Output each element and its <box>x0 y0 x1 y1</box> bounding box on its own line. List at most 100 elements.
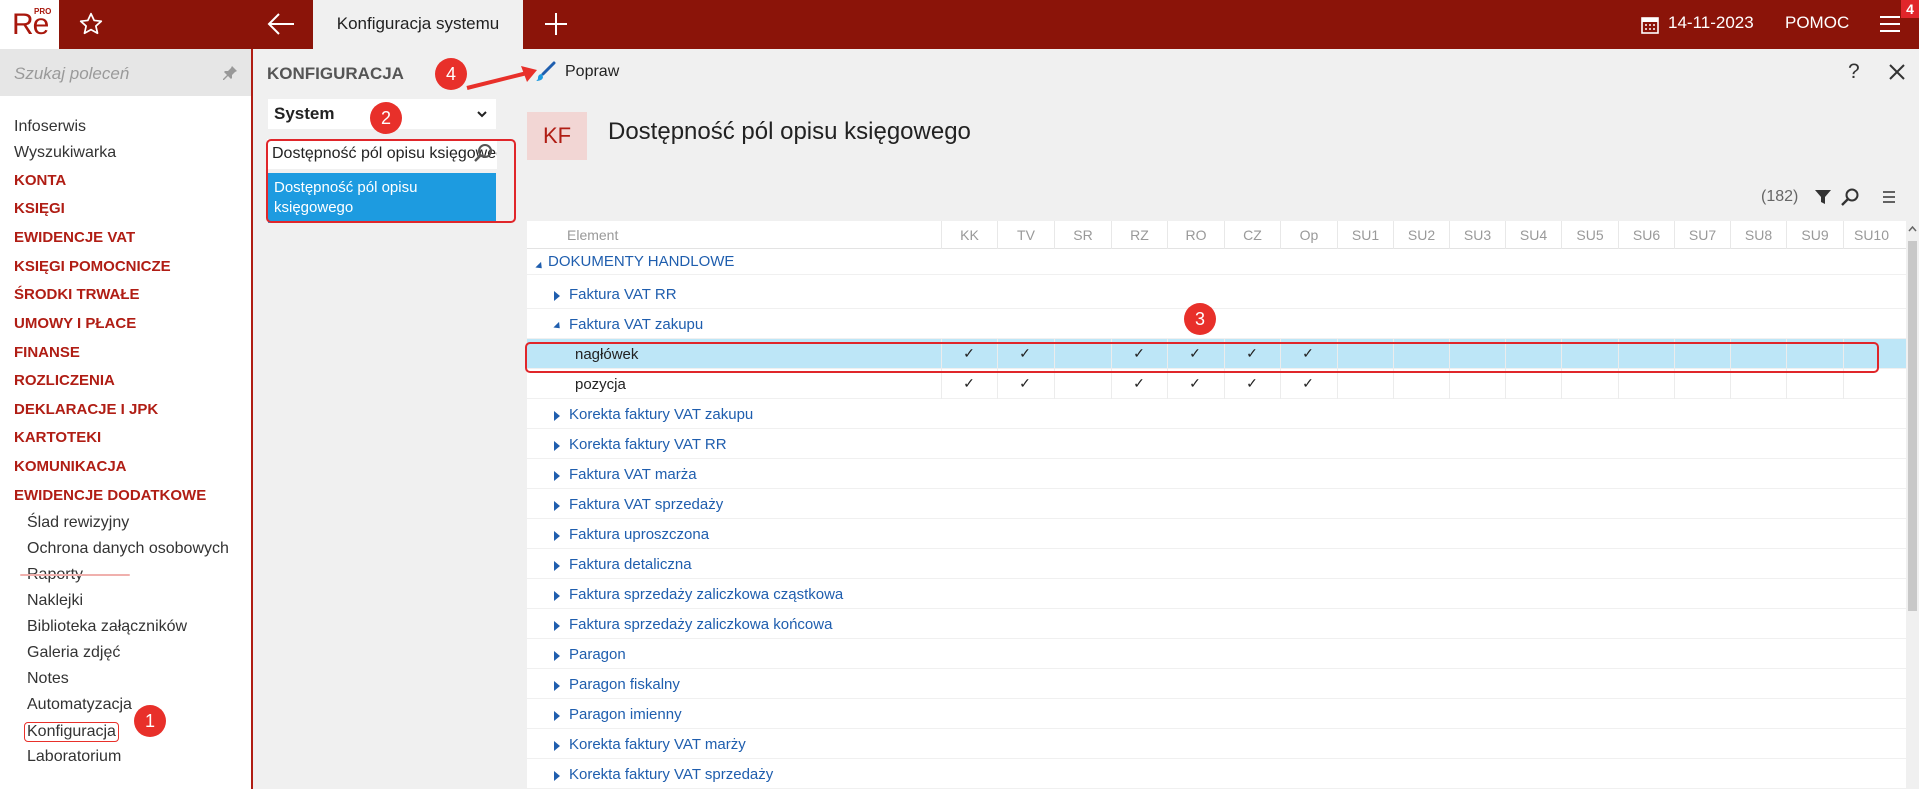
sidebar-item[interactable]: Wyszukiwarka <box>14 144 116 162</box>
table-row[interactable]: Faktura VAT sprzedaży <box>527 489 1909 519</box>
table-row[interactable]: Paragon imienny <box>527 699 1909 729</box>
checkmark-icon[interactable]: ✓ <box>941 375 997 392</box>
table-row[interactable]: Korekta faktury VAT marży <box>527 729 1909 759</box>
column-header[interactable]: SU7 <box>1674 221 1730 249</box>
expanded-triangle-icon[interactable] <box>553 321 563 332</box>
sidebar-item[interactable]: ŚRODKI TRWAŁE <box>14 286 140 303</box>
table-row[interactable]: pozycja ✓ ✓ ✓ ✓ ✓ ✓ <box>527 369 1909 399</box>
new-tab-plus-icon[interactable] <box>543 10 569 38</box>
collapsed-triangle-icon[interactable] <box>554 651 560 661</box>
collapsed-triangle-icon[interactable] <box>554 561 560 571</box>
notification-badge[interactable]: 4 <box>1901 0 1919 18</box>
help-link[interactable]: POMOC <box>1785 13 1849 33</box>
collapsed-triangle-icon[interactable] <box>554 621 560 631</box>
collapsed-triangle-icon[interactable] <box>554 531 560 541</box>
column-header[interactable]: Element <box>527 221 927 249</box>
collapsed-triangle-icon[interactable] <box>554 741 560 751</box>
sidebar-item[interactable]: Ochrona danych osobowych <box>27 540 229 558</box>
sidebar-item[interactable]: Ślad rewizyjny <box>27 514 129 532</box>
calendar-icon[interactable] <box>1641 15 1659 34</box>
column-header[interactable]: SU9 <box>1786 221 1843 249</box>
collapsed-triangle-icon[interactable] <box>554 441 560 451</box>
sidebar-item[interactable]: KONTA <box>14 172 66 189</box>
sidebar-item[interactable]: FINANSE <box>14 344 80 361</box>
column-header[interactable]: SU3 <box>1449 221 1505 249</box>
sidebar-item[interactable]: Infoserwis <box>14 118 86 136</box>
command-search-input[interactable]: Szukaj poleceń <box>0 49 251 96</box>
column-header[interactable]: SU8 <box>1730 221 1786 249</box>
checkmark-icon[interactable]: ✓ <box>997 375 1053 392</box>
sidebar-item[interactable]: KOMUNIKACJA <box>14 458 127 475</box>
list-menu-icon[interactable] <box>1882 189 1896 205</box>
column-header[interactable]: KK <box>941 221 997 249</box>
tab-konfiguracja-systemu[interactable]: Konfiguracja systemu <box>313 0 523 49</box>
sidebar-item[interactable]: EWIDENCJE VAT <box>14 229 135 246</box>
sidebar-item[interactable]: Galeria zdjęć <box>27 644 120 662</box>
column-header[interactable]: SU5 <box>1561 221 1618 249</box>
table-row[interactable]: Faktura detaliczna <box>527 549 1909 579</box>
sidebar-item[interactable]: Automatyzacja <box>27 696 132 714</box>
pin-icon[interactable] <box>222 65 238 81</box>
favorite-star-icon[interactable] <box>78 9 104 39</box>
scrollbar-thumb[interactable] <box>1908 241 1917 611</box>
table-row[interactable]: Faktura sprzedaży zaliczkowa cząstkowa <box>527 579 1909 609</box>
column-header[interactable]: RZ <box>1111 221 1167 249</box>
table-row[interactable]: Faktura VAT RR <box>527 279 1909 309</box>
sidebar-item[interactable]: Konfiguracja <box>24 722 119 742</box>
checkmark-icon[interactable]: ✓ <box>1280 375 1336 392</box>
collapsed-triangle-icon[interactable] <box>554 681 560 691</box>
column-header[interactable]: SU10 <box>1843 221 1899 249</box>
sidebar-item[interactable]: EWIDENCJE DODATKOWE <box>14 487 206 504</box>
column-header[interactable]: TV <box>997 221 1054 249</box>
filter-icon[interactable] <box>1813 187 1833 207</box>
table-row[interactable]: Korekta faktury VAT RR <box>527 429 1909 459</box>
column-header[interactable]: SU2 <box>1393 221 1449 249</box>
table-row[interactable]: DOKUMENTY HANDLOWE <box>527 249 1909 275</box>
checkmark-icon[interactable]: ✓ <box>1111 375 1167 392</box>
vertical-scrollbar[interactable] <box>1906 221 1919 789</box>
table-row[interactable]: Faktura VAT zakupu <box>527 309 1909 339</box>
column-header[interactable]: SU4 <box>1505 221 1561 249</box>
sidebar-item[interactable]: KARTOTEKI <box>14 429 101 446</box>
sidebar-item[interactable]: Notes <box>27 670 69 688</box>
app-logo[interactable]: Re PRO <box>0 0 59 49</box>
search-icon[interactable] <box>1840 187 1860 207</box>
column-header[interactable]: RO <box>1167 221 1224 249</box>
column-header[interactable]: Op <box>1280 221 1337 249</box>
table-row[interactable]: Korekta faktury VAT zakupu <box>527 399 1909 429</box>
current-date[interactable]: 14-11-2023 <box>1668 13 1754 33</box>
column-header[interactable]: SR <box>1054 221 1111 249</box>
column-header[interactable]: CZ <box>1224 221 1280 249</box>
collapsed-triangle-icon[interactable] <box>554 291 560 301</box>
hamburger-menu-icon[interactable] <box>1878 13 1902 35</box>
sidebar-item[interactable]: KSIĘGI <box>14 200 65 217</box>
column-header[interactable]: SU1 <box>1337 221 1393 249</box>
collapsed-triangle-icon[interactable] <box>554 501 560 511</box>
sidebar-item[interactable]: ROZLICZENIA <box>14 372 115 389</box>
checkmark-icon[interactable]: ✓ <box>1224 375 1280 392</box>
checkmark-icon[interactable]: ✓ <box>1167 375 1223 392</box>
sidebar-item[interactable]: KSIĘGI POMOCNICZE <box>14 258 171 275</box>
close-icon[interactable] <box>1888 63 1906 81</box>
column-header[interactable]: SU6 <box>1618 221 1674 249</box>
collapsed-triangle-icon[interactable] <box>554 711 560 721</box>
sidebar-item[interactable]: Laboratorium <box>27 748 121 766</box>
collapsed-triangle-icon[interactable] <box>554 411 560 421</box>
expanded-triangle-icon[interactable] <box>535 261 545 272</box>
edit-button[interactable]: Popraw <box>565 63 619 81</box>
back-arrow-icon[interactable] <box>266 11 296 37</box>
collapsed-triangle-icon[interactable] <box>554 471 560 481</box>
table-row[interactable]: Faktura VAT marża <box>527 459 1909 489</box>
table-row[interactable]: Faktura sprzedaży zaliczkowa końcowa <box>527 609 1909 639</box>
sidebar-item[interactable]: Biblioteka załączników <box>27 618 187 636</box>
table-row[interactable]: Paragon fiskalny <box>527 669 1909 699</box>
collapsed-triangle-icon[interactable] <box>554 771 560 781</box>
sidebar-item[interactable]: UMOWY I PŁACE <box>14 315 136 332</box>
help-button[interactable]: ? <box>1848 60 1860 84</box>
table-row[interactable]: Korekta faktury VAT sprzedaży <box>527 759 1909 789</box>
collapsed-triangle-icon[interactable] <box>554 591 560 601</box>
scroll-up-icon[interactable] <box>1908 223 1917 235</box>
table-row[interactable]: Paragon <box>527 639 1909 669</box>
table-row[interactable]: Faktura uproszczona <box>527 519 1909 549</box>
sidebar-item[interactable]: DEKLARACJE I JPK <box>14 401 158 418</box>
